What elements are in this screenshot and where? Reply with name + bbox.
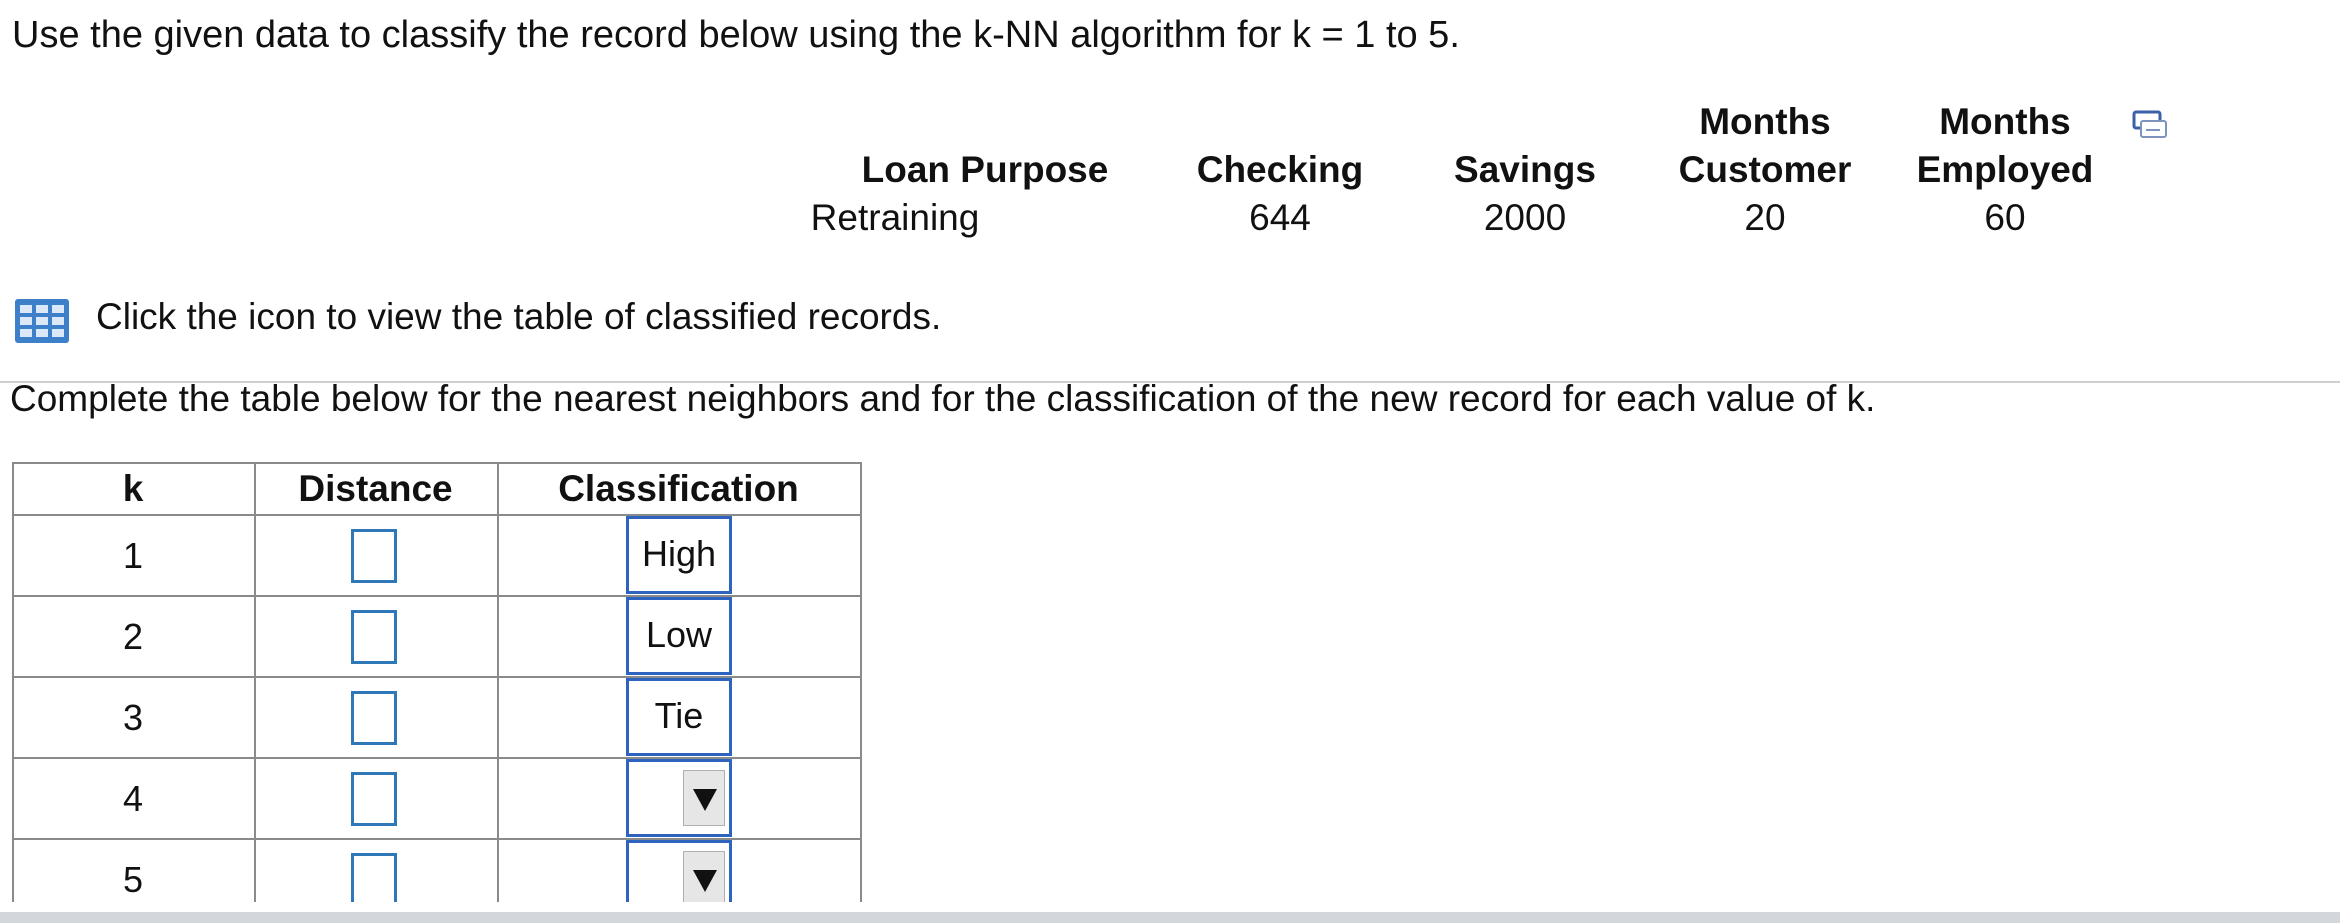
row-5-classification-select[interactable] bbox=[626, 840, 732, 902]
row-4-classification-select[interactable] bbox=[626, 759, 732, 837]
table-grid-icon[interactable] bbox=[14, 298, 70, 344]
row-3-k: 3 bbox=[122, 697, 144, 738]
row-5-k: 5 bbox=[122, 859, 144, 900]
column-header-classification: Classification bbox=[558, 468, 799, 509]
record-header-months-employed-top: Months bbox=[1939, 101, 2071, 142]
record-value-savings: 2000 bbox=[1483, 197, 1567, 238]
row-2-k: 2 bbox=[122, 616, 144, 657]
dropdown-arrow-icon bbox=[693, 789, 717, 811]
row-2-classification-select[interactable]: Low bbox=[626, 597, 732, 675]
row-2-distance-input[interactable] bbox=[351, 610, 397, 664]
dropdown-arrow-icon bbox=[693, 870, 717, 892]
record-value-months-customer: 20 bbox=[1744, 197, 1786, 238]
bottom-scroll-bar bbox=[0, 912, 2340, 923]
record-header-loan-purpose: Loan Purpose bbox=[861, 149, 1109, 190]
column-header-distance: Distance bbox=[298, 468, 453, 509]
copy-icon[interactable] bbox=[2132, 110, 2168, 140]
row-1-distance-input[interactable] bbox=[351, 529, 397, 583]
view-table-hint: Click the icon to view the table of clas… bbox=[96, 296, 942, 337]
row-1-classification-select[interactable]: High bbox=[626, 516, 732, 594]
column-header-k: k bbox=[122, 468, 144, 509]
row-3-distance-input[interactable] bbox=[351, 691, 397, 745]
record-header-checking: Checking bbox=[1196, 149, 1364, 190]
row-4-distance-input[interactable] bbox=[351, 772, 397, 826]
row-4-dropdown-button[interactable] bbox=[683, 770, 725, 826]
row-5-dropdown-button[interactable] bbox=[683, 851, 725, 902]
record-header-months-customer: Customer bbox=[1678, 149, 1852, 190]
row-1-k: 1 bbox=[122, 535, 144, 576]
answer-table: k Distance Classification 1 High 2 Low 3… bbox=[12, 462, 862, 902]
question-text: Use the given data to classify the recor… bbox=[12, 14, 1460, 56]
record-header-months-customer-top: Months bbox=[1699, 101, 1831, 142]
row-5-distance-input[interactable] bbox=[351, 853, 397, 902]
row-4-k: 4 bbox=[122, 778, 144, 819]
record-value-checking: 644 bbox=[1249, 197, 1311, 238]
record-header-months-employed: Employed bbox=[1916, 149, 2094, 190]
record-value-loan-purpose: Retraining bbox=[810, 197, 980, 238]
record-value-months-employed: 60 bbox=[1984, 197, 2026, 238]
record-header-savings: Savings bbox=[1454, 149, 1596, 190]
row-3-classification-select[interactable]: Tie bbox=[626, 678, 732, 756]
instruction-text: Complete the table below for the nearest… bbox=[10, 378, 1876, 419]
